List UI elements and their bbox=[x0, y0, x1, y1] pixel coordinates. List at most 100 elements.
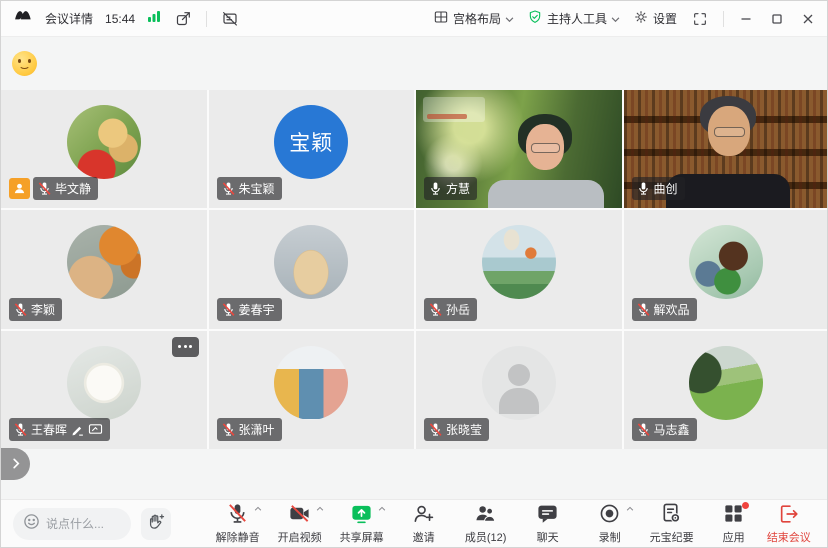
open-external-icon[interactable] bbox=[173, 8, 194, 29]
more-options-button[interactable] bbox=[172, 337, 199, 357]
toolbar-yuanbao-summary-button[interactable]: 元宝纪要 bbox=[641, 500, 703, 547]
colorful-houses-photo-avatar bbox=[274, 346, 348, 420]
gear-icon bbox=[633, 9, 649, 28]
participant-name: 张晓莹 bbox=[446, 421, 482, 438]
green-pasture-photo-avatar bbox=[689, 346, 763, 420]
mic-muted-icon bbox=[222, 422, 235, 437]
bottom-toolbar: 解除静音 开启视频 共享屏幕 邀请 成员(12) 聊天 录制 bbox=[1, 499, 827, 547]
next-page-button[interactable] bbox=[1, 448, 30, 480]
maximize-button[interactable] bbox=[768, 10, 786, 28]
raise-hand-button[interactable] bbox=[141, 508, 171, 540]
participant-tile-biwenjing[interactable]: 毕文静 bbox=[1, 90, 207, 208]
participant-tile-zhangmanye[interactable]: 张潇叶 bbox=[209, 331, 415, 449]
toolbar-start-video-button[interactable]: 开启视频 bbox=[269, 500, 331, 547]
exit-door-icon bbox=[778, 503, 800, 528]
default-person-silhouette-avatar bbox=[482, 346, 556, 420]
participant-tile-quchuang[interactable]: 曲创 bbox=[624, 90, 828, 208]
participant-tile-zhubaoying[interactable]: 宝颖 朱宝颖 bbox=[209, 90, 415, 208]
chevron-up-icon[interactable] bbox=[316, 506, 324, 511]
participant-name: 张潇叶 bbox=[239, 421, 275, 438]
participant-tile-xiehuanpin[interactable]: 解欢品 bbox=[624, 210, 828, 328]
chevron-up-icon[interactable] bbox=[626, 506, 634, 511]
notification-dot bbox=[742, 502, 749, 509]
puppy-photo-avatar bbox=[274, 225, 348, 299]
members-icon bbox=[474, 502, 497, 528]
toolbar-button-group: 解除静音 开启视频 共享屏幕 邀请 成员(12) 聊天 录制 bbox=[207, 500, 765, 547]
participant-tile-jiangchunyu[interactable]: 姜春宇 bbox=[209, 210, 415, 328]
participant-name: 曲创 bbox=[654, 180, 678, 197]
mic-muted-icon bbox=[637, 302, 650, 317]
toolbar-unmute-button[interactable]: 解除静音 bbox=[207, 500, 269, 547]
reaction-emoji bbox=[12, 51, 37, 76]
quick-chat-input[interactable] bbox=[46, 517, 122, 531]
mic-muted-icon bbox=[14, 422, 27, 437]
participant-name: 马志鑫 bbox=[654, 421, 690, 438]
grid-layout-icon bbox=[433, 9, 449, 28]
end-meeting-button[interactable]: 结束会议 bbox=[765, 503, 813, 545]
toolbar-members-label: 成员(12) bbox=[465, 529, 507, 545]
network-signal-icon[interactable] bbox=[147, 9, 161, 28]
meeting-details-button[interactable]: 会议详情 bbox=[45, 10, 93, 27]
participant-name: 李颖 bbox=[31, 301, 55, 318]
minimize-button[interactable] bbox=[737, 10, 755, 28]
mic-muted-icon bbox=[38, 181, 51, 196]
meeting-window: 会议详情 15:44 宫格布局 主持人工具 bbox=[0, 0, 828, 548]
participant-name-tag: 朱宝颖 bbox=[217, 177, 282, 200]
chevron-up-icon[interactable] bbox=[378, 506, 386, 511]
participant-name-tag: 孙岳 bbox=[424, 298, 477, 321]
fullscreen-icon[interactable] bbox=[690, 9, 710, 29]
participant-name-tag: 王春晖 bbox=[9, 418, 110, 441]
close-button[interactable] bbox=[799, 10, 817, 28]
participant-name-tag: 马志鑫 bbox=[632, 418, 697, 441]
smiley-icon[interactable] bbox=[23, 513, 40, 535]
mic-on-icon bbox=[637, 181, 650, 196]
host-badge-icon bbox=[9, 178, 30, 199]
participant-name-tag: 张晓莹 bbox=[424, 418, 489, 441]
participant-tile-fanghui[interactable]: 方慧 bbox=[416, 90, 622, 208]
transcription-disabled-icon[interactable] bbox=[219, 8, 241, 30]
annotation-board-icon bbox=[88, 423, 103, 436]
toolbar-record-button[interactable]: 录制 bbox=[579, 500, 641, 547]
toolbar-share-screen-button[interactable]: 共享屏幕 bbox=[331, 500, 393, 547]
participant-name: 王春晖 bbox=[31, 421, 67, 438]
toolbar-yuanbao-summary-label: 元宝纪要 bbox=[650, 529, 694, 545]
participant-name: 方慧 bbox=[446, 180, 470, 197]
participant-name: 孙岳 bbox=[446, 301, 470, 318]
avatar-avatar: 宝颖 bbox=[274, 105, 348, 179]
divider bbox=[206, 11, 207, 27]
raise-hand-icon bbox=[146, 512, 166, 535]
participant-tile-mazhixin[interactable]: 马志鑫 bbox=[624, 331, 828, 449]
shield-check-icon bbox=[527, 9, 543, 28]
chevron-down-icon bbox=[611, 12, 620, 26]
participant-name-tag: 姜春宇 bbox=[217, 298, 282, 321]
participant-name-tag: 方慧 bbox=[424, 177, 477, 200]
toolbar-invite-label: 邀请 bbox=[413, 529, 435, 545]
toolbar-start-video-label: 开启视频 bbox=[278, 529, 322, 545]
settings-button[interactable]: 设置 bbox=[633, 9, 677, 28]
participant-name: 姜春宇 bbox=[239, 301, 275, 318]
participant-tile-liying[interactable]: 李颖 bbox=[1, 210, 207, 328]
quick-chat-pill[interactable] bbox=[13, 508, 131, 540]
white-dog-photo-avatar bbox=[67, 346, 141, 420]
mic-muted-icon bbox=[222, 181, 235, 196]
host-tools-menu-button[interactable]: 主持人工具 bbox=[527, 9, 620, 28]
mic-muted-icon bbox=[637, 422, 650, 437]
layout-menu-button[interactable]: 宫格布局 bbox=[433, 9, 514, 28]
participant-tile-zhangxiaoying[interactable]: 张晓莹 bbox=[416, 331, 622, 449]
toolbar-chat-label: 聊天 bbox=[537, 529, 559, 545]
tencent-meeting-logo-icon bbox=[13, 6, 33, 31]
toolbar-apps-button[interactable]: 应用 bbox=[703, 500, 765, 547]
participant-name: 解欢品 bbox=[654, 301, 690, 318]
participant-name-tag: 李颖 bbox=[9, 298, 62, 321]
toolbar-members-button[interactable]: 成员(12) bbox=[455, 500, 517, 547]
toolbar-invite-button[interactable]: 邀请 bbox=[393, 500, 455, 547]
mic-muted-icon bbox=[222, 302, 235, 317]
meeting-time: 15:44 bbox=[105, 12, 135, 26]
video-watermark bbox=[423, 97, 485, 122]
toolbar-chat-button[interactable]: 聊天 bbox=[517, 500, 579, 547]
participant-name-tag: 解欢品 bbox=[632, 298, 697, 321]
titlebar: 会议详情 15:44 宫格布局 主持人工具 bbox=[1, 1, 827, 37]
participant-tile-wangchunhui[interactable]: 王春晖 bbox=[1, 331, 207, 449]
participant-tile-sunyue[interactable]: 孙岳 bbox=[416, 210, 622, 328]
chevron-up-icon[interactable] bbox=[254, 506, 262, 511]
